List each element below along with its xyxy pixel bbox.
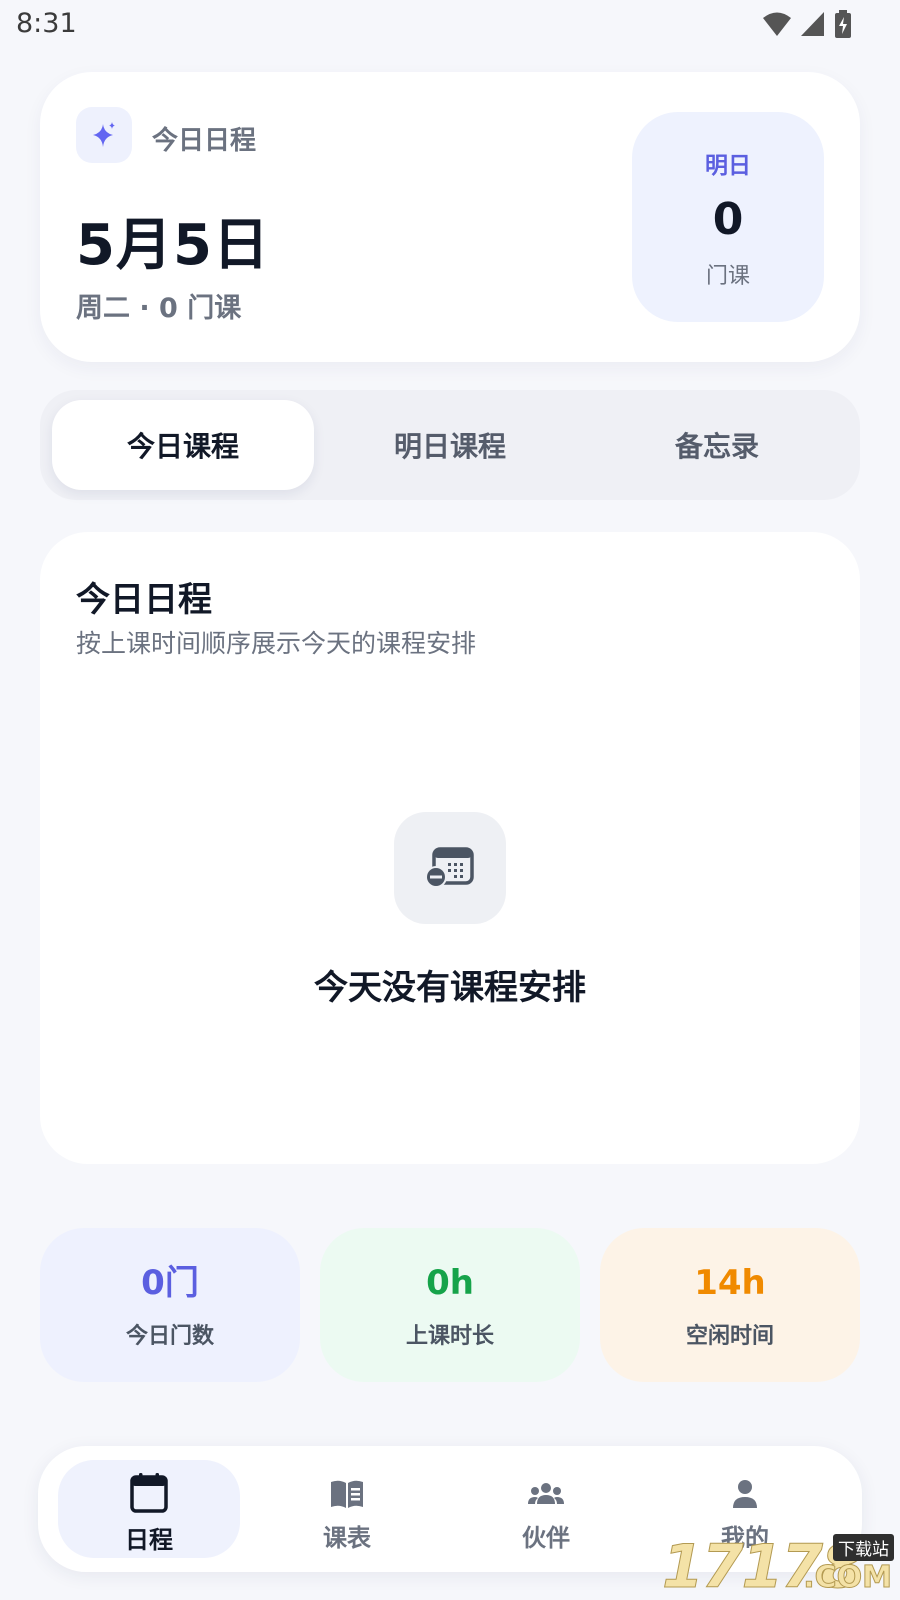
watermark-tag: 下载站 bbox=[833, 1534, 894, 1561]
calendar-remove-icon bbox=[394, 812, 506, 924]
tab-tomorrow-courses[interactable]: 明日课程 bbox=[319, 400, 581, 490]
calendar-icon bbox=[130, 1473, 168, 1513]
tomorrow-count: 0 bbox=[712, 194, 744, 245]
stat-value: 14h bbox=[694, 1263, 766, 1303]
battery-charging-icon bbox=[835, 10, 851, 38]
today-date: 5月5日 bbox=[76, 213, 270, 278]
nav-label: 课表 bbox=[323, 1524, 371, 1552]
tomorrow-summary[interactable]: 明日 0 门课 bbox=[632, 112, 824, 322]
stat-label: 空闲时间 bbox=[685, 1324, 774, 1349]
status-bar: 8:31 bbox=[0, 0, 900, 50]
stat-class-duration: 0h 上课时长 bbox=[320, 1228, 580, 1382]
tomorrow-unit: 门课 bbox=[705, 264, 750, 289]
nav-item-timetable[interactable]: 课表 bbox=[256, 1460, 438, 1558]
sparkle-icon bbox=[76, 107, 132, 163]
tab-today-courses[interactable]: 今日课程 bbox=[52, 400, 314, 490]
stat-value: 0门 bbox=[141, 1263, 199, 1303]
watermark-suffix: .COM bbox=[803, 1560, 893, 1596]
tomorrow-label: 明日 bbox=[705, 153, 751, 179]
status-icons bbox=[762, 10, 852, 38]
group-icon bbox=[528, 1483, 564, 1504]
status-time: 8:31 bbox=[16, 8, 77, 39]
stat-label: 上课时长 bbox=[405, 1324, 494, 1349]
today-subtitle: 周二 · 0 门课 bbox=[76, 293, 242, 324]
schedule-description: 按上课时间顺序展示今天的课程安排 bbox=[76, 629, 477, 658]
today-summary-card: 今日日程 5月5日 周二 · 0 门课 明日 0 门课 bbox=[40, 72, 860, 362]
stat-free-time: 14h 空闲时间 bbox=[600, 1228, 860, 1382]
stat-value: 0h bbox=[426, 1263, 474, 1303]
stat-course-count: 0门 今日门数 bbox=[40, 1228, 300, 1382]
tab-memo[interactable]: 备忘录 bbox=[586, 400, 848, 490]
person-icon bbox=[733, 1480, 757, 1508]
cellular-signal-icon bbox=[801, 12, 824, 36]
nav-label: 日程 bbox=[125, 1526, 173, 1554]
stat-label: 今日门数 bbox=[125, 1324, 214, 1349]
watermark-logo: 17178 下载站 .COM bbox=[662, 1530, 894, 1600]
book-icon bbox=[331, 1480, 363, 1508]
schedule-title: 今日日程 bbox=[76, 580, 212, 620]
empty-state-text: 今天没有课程安排 bbox=[314, 968, 586, 1008]
tab-bar: 今日课程 明日课程 备忘录 bbox=[40, 390, 860, 500]
header-label: 今日日程 bbox=[152, 126, 257, 156]
nav-item-partners[interactable]: 伙伴 bbox=[455, 1460, 637, 1558]
schedule-card: 今日日程 按上课时间顺序展示今天的课程安排 今天没有课程安排 bbox=[40, 532, 860, 1164]
wifi-icon bbox=[763, 12, 791, 36]
nav-item-schedule[interactable]: 日程 bbox=[58, 1460, 240, 1558]
nav-label: 伙伴 bbox=[522, 1524, 570, 1552]
